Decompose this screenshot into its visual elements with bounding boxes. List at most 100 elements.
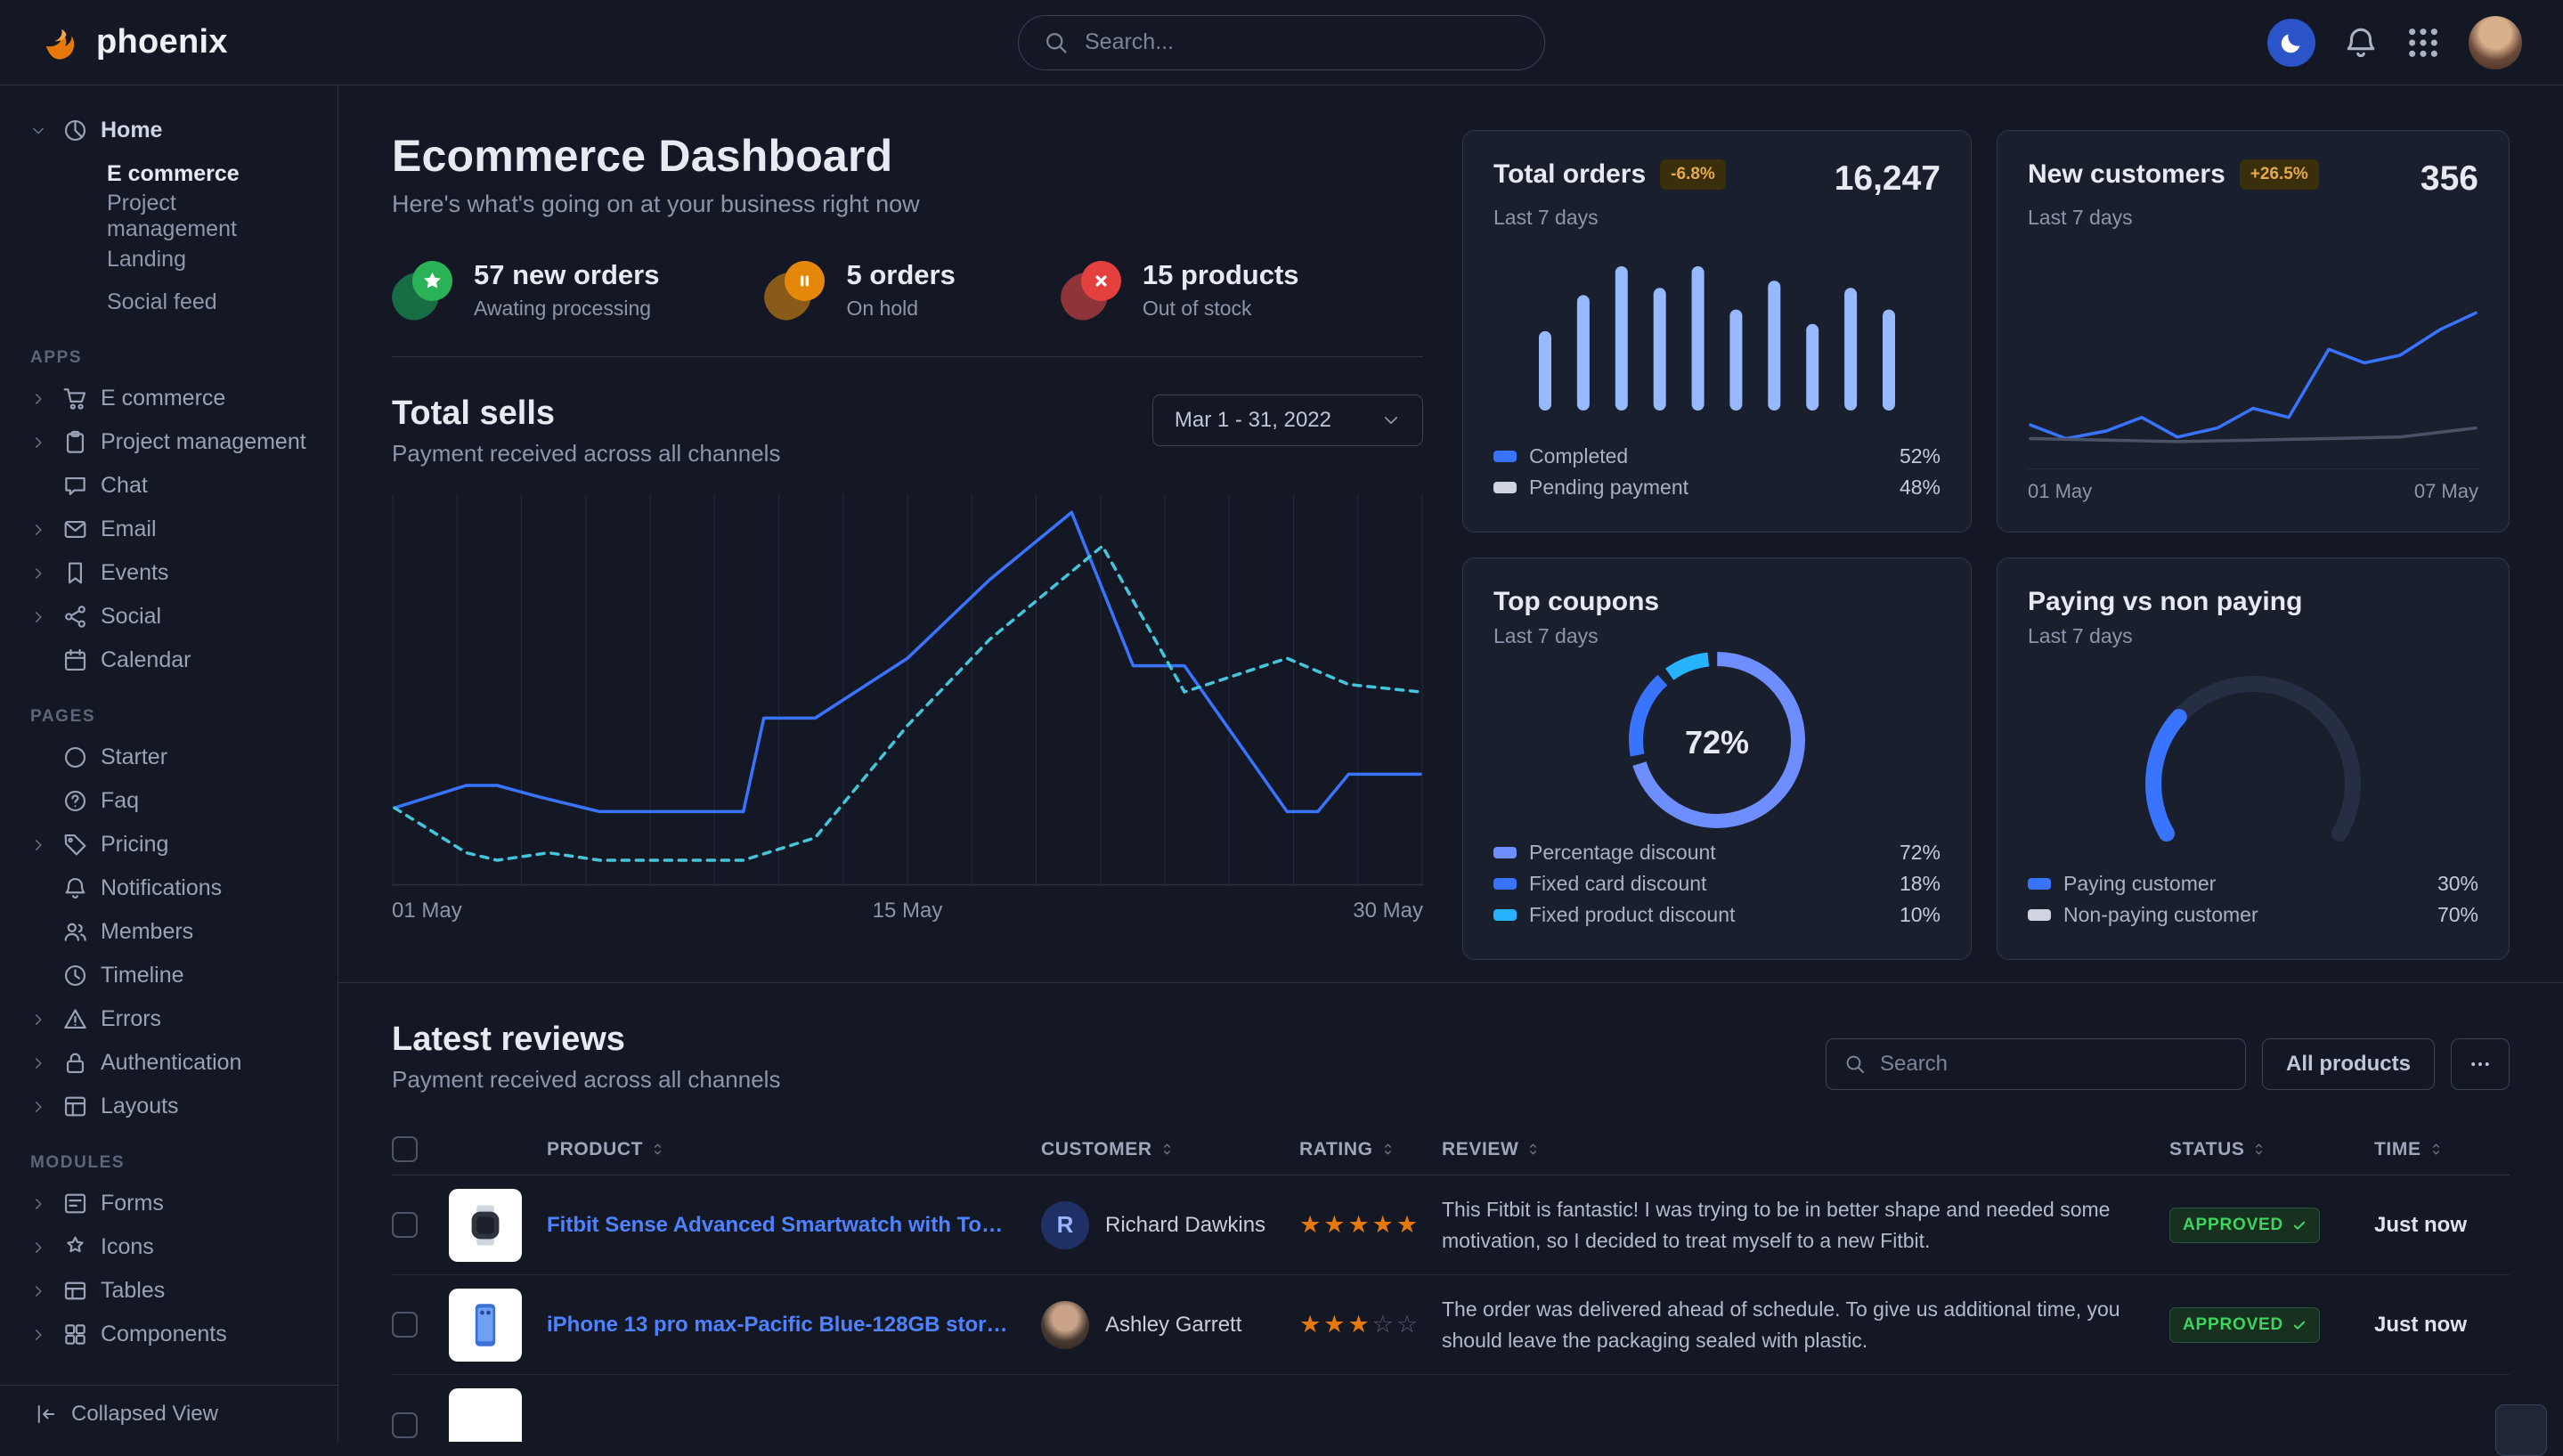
reviews-search[interactable] <box>1826 1038 2246 1090</box>
sidebar-item-forms[interactable]: Forms <box>30 1182 307 1225</box>
star-icon: ★ <box>1396 1211 1420 1238</box>
star-icon: ☆ <box>1372 1311 1396 1338</box>
apps-grid-button[interactable] <box>2406 26 2440 60</box>
row-checkbox[interactable] <box>392 1412 418 1438</box>
sidebar-item-authentication[interactable]: Authentication <box>30 1041 307 1085</box>
sidebar-item-e-commerce[interactable]: E commerce <box>30 377 307 420</box>
sidebar-item-pricing[interactable]: Pricing <box>30 823 307 866</box>
row-checkbox[interactable] <box>392 1312 418 1338</box>
column-header-rating[interactable]: RATING <box>1299 1139 1442 1160</box>
sidebar-item-icons[interactable]: Icons <box>30 1225 307 1269</box>
sidebar-item-project-management[interactable]: Project management <box>30 420 307 464</box>
sidebar-item-label: Components <box>101 1322 227 1347</box>
product-link[interactable]: iPhone 13 pro max-Pacific Blue-128GB sto… <box>547 1313 1041 1338</box>
sidebar-item-chat[interactable]: Chat <box>30 464 307 508</box>
column-header-time[interactable]: TIME <box>2356 1139 2510 1160</box>
sidebar-item-faq[interactable]: Faq <box>30 779 307 823</box>
sidebar-item-label: Social feed <box>107 289 217 315</box>
sort-icon <box>2429 1142 2444 1157</box>
search-icon <box>1844 1053 1866 1075</box>
sidebar-item-label: E commerce <box>107 161 240 187</box>
star-icon <box>392 261 452 320</box>
theme-toggle-button[interactable] <box>2267 19 2315 67</box>
sidebar: Home E commerce Project management Landi… <box>0 85 338 1442</box>
collapse-icon <box>36 1403 57 1425</box>
chevron-right-icon <box>30 435 46 451</box>
reviews-table-body: Fitbit Sense Advanced Smartwatch with To… <box>392 1175 2510 1375</box>
floating-panel-toggle[interactable] <box>2495 1404 2547 1456</box>
legend-swatch <box>2028 909 2051 921</box>
sidebar-item-home[interactable]: Home <box>30 109 307 152</box>
sidebar-item-starter[interactable]: Starter <box>30 736 307 779</box>
top-navbar: phoenix <box>0 0 2563 85</box>
sidebar-item-project-management[interactable]: Project management <box>107 195 307 238</box>
sidebar-item-timeline[interactable]: Timeline <box>30 954 307 997</box>
legend-swatch <box>1493 909 1517 921</box>
sidebar-item-calendar[interactable]: Calendar <box>30 639 307 682</box>
product-link[interactable]: Fitbit Sense Advanced Smartwatch with To… <box>547 1213 1041 1238</box>
sidebar-item-layouts[interactable]: Layouts <box>30 1085 307 1128</box>
notifications-button[interactable] <box>2344 26 2378 60</box>
star-icon: ★ <box>1299 1311 1323 1338</box>
sidebar-item-landing[interactable]: Landing <box>107 238 307 281</box>
status-badge: APPROVED <box>2169 1208 2320 1243</box>
reviews-search-input[interactable] <box>1878 1051 2227 1078</box>
global-search[interactable] <box>1018 15 1545 70</box>
chevron-right-icon <box>30 1240 46 1256</box>
chevron-right-icon <box>30 1099 46 1115</box>
sort-icon <box>1159 1142 1175 1157</box>
lock-icon <box>63 1051 87 1075</box>
grid-9-icon <box>2406 26 2440 60</box>
status-badge: APPROVED <box>2169 1307 2320 1343</box>
layout-icon <box>63 1094 87 1118</box>
column-header-product[interactable]: PRODUCT <box>547 1139 1041 1160</box>
puzzle-icon <box>63 1322 87 1346</box>
sidebar-item-label: Landing <box>107 247 186 272</box>
star-icon: ★ <box>1323 1211 1347 1238</box>
row-checkbox[interactable] <box>392 1212 418 1238</box>
sidebar-item-label: Home <box>101 118 162 143</box>
column-header-customer[interactable]: CUSTOMER <box>1041 1139 1299 1160</box>
all-products-button[interactable]: All products <box>2262 1038 2435 1090</box>
sidebar-item-tables[interactable]: Tables <box>30 1269 307 1313</box>
sidebar-item-label: E commerce <box>101 386 225 411</box>
collapse-view-button[interactable]: Collapsed View <box>0 1385 338 1442</box>
global-search-input[interactable] <box>1083 28 1519 56</box>
card-period: Last 7 days <box>1493 206 1941 230</box>
sidebar-item-social[interactable]: Social <box>30 595 307 639</box>
sort-icon <box>2251 1142 2266 1157</box>
legend-label: Percentage discount <box>1529 841 1716 865</box>
brand[interactable]: phoenix <box>41 22 228 63</box>
dashboard-top-section: Ecommerce Dashboard Here's what's going … <box>338 85 2563 983</box>
sidebar-item-members[interactable]: Members <box>30 910 307 954</box>
column-header-review[interactable]: REVIEW <box>1442 1139 2169 1160</box>
sidebar-item-events[interactable]: Events <box>30 551 307 595</box>
legend-swatch <box>2028 878 2051 890</box>
star-icon: ★ <box>1372 1211 1396 1238</box>
sidebar-item-social-feed[interactable]: Social feed <box>107 281 307 323</box>
sidebar-item-components[interactable]: Components <box>30 1313 307 1356</box>
sidebar-item-errors[interactable]: Errors <box>30 997 307 1041</box>
sidebar-section-label: PAGES <box>30 707 307 727</box>
sidebar-item-label: Email <box>101 517 157 542</box>
orders-bar-chart <box>1493 230 1941 441</box>
stat-caption: Out of stock <box>1143 297 1299 321</box>
sidebar-item-e-commerce[interactable]: E commerce <box>107 152 307 195</box>
user-avatar[interactable] <box>2469 16 2522 69</box>
column-header-status[interactable]: STATUS <box>2169 1139 2356 1160</box>
reviews-table: PRODUCT CUSTOMER RATING REVIEW STATUS TI… <box>392 1124 2510 1442</box>
paying-gauge-chart <box>2028 648 2478 868</box>
chevron-right-icon <box>30 1196 46 1212</box>
select-all-checkbox[interactable] <box>392 1136 418 1162</box>
sidebar-sections: APPS E commerce Project management Chat … <box>30 348 307 1356</box>
sidebar-item-label: Members <box>101 919 193 945</box>
sidebar-item-notifications[interactable]: Notifications <box>30 866 307 910</box>
bell-icon <box>63 876 87 900</box>
review-time: Just now <box>2356 1213 2510 1238</box>
x-label: 30 May <box>1353 899 1423 923</box>
x-label: 07 May <box>2414 480 2478 503</box>
more-options-button[interactable] <box>2451 1038 2510 1090</box>
sidebar-item-label: Social <box>101 604 161 630</box>
sidebar-item-email[interactable]: Email <box>30 508 307 551</box>
date-range-select[interactable]: Mar 1 - 31, 2022 <box>1152 395 1423 446</box>
